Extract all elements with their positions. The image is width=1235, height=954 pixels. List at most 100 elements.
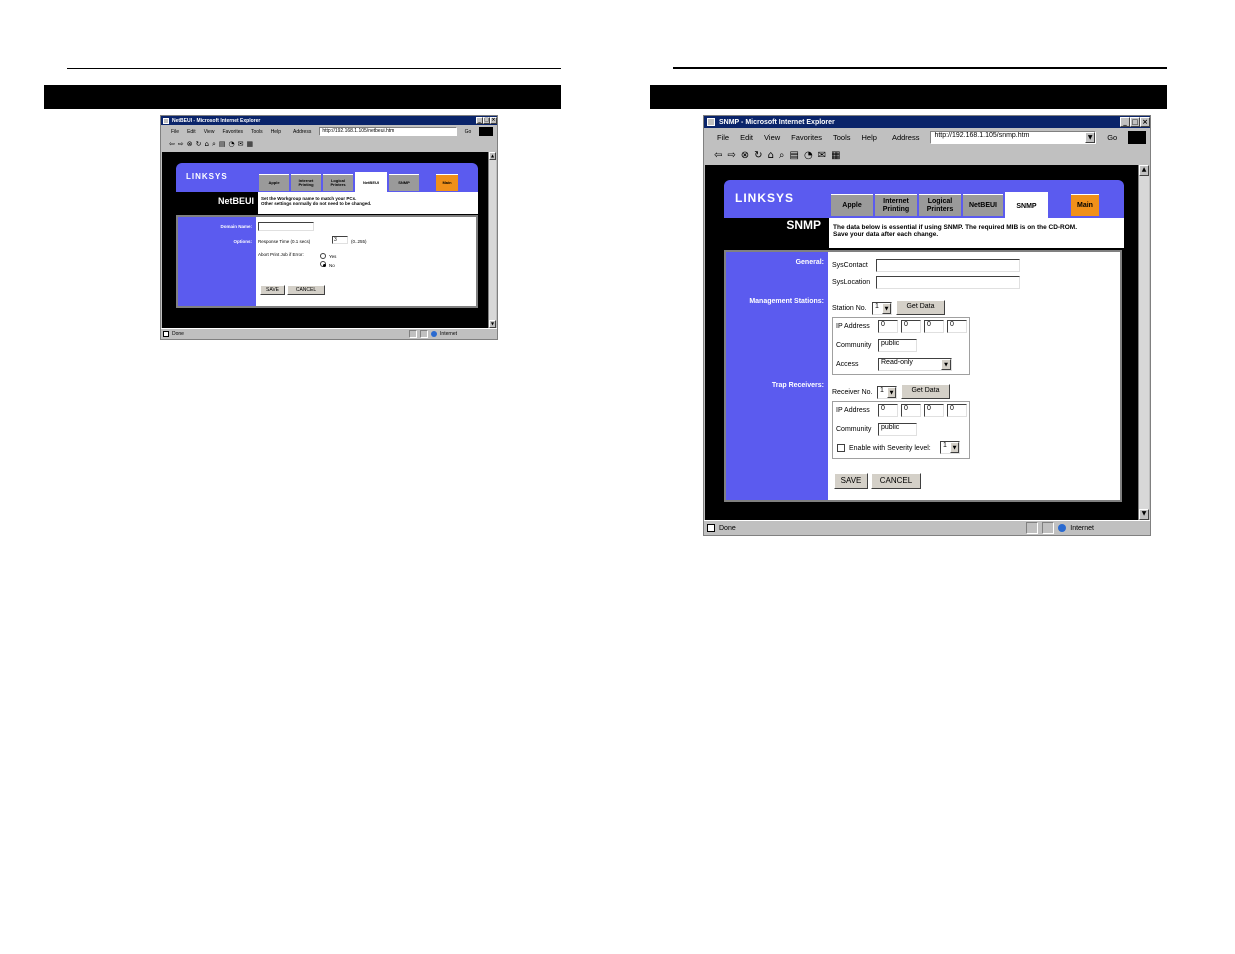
close-icon[interactable]: × [490,117,497,124]
maximize-icon[interactable]: □ [483,117,490,124]
history-icon[interactable]: ◔ [804,150,813,161]
section-title: NetBEUI [217,196,254,206]
go-button[interactable]: Go [465,129,472,135]
station-ip-2[interactable]: 0 [901,320,921,333]
save-button[interactable]: SAVE [834,473,868,489]
right-scrollbar[interactable]: ▲ ▼ [1138,165,1149,520]
receiver-get-data-button[interactable]: Get Data [901,384,950,399]
tab-apple[interactable]: Apple [259,174,289,191]
menu-help[interactable]: Help [271,129,281,135]
menu-help[interactable]: Help [862,133,877,142]
tab-netbeui[interactable]: NetBEUI [355,172,387,193]
receiver-no-select[interactable]: 1 ▼ [877,386,897,399]
mail-icon[interactable]: ✉ [818,150,826,161]
domain-name-input[interactable] [258,222,314,231]
stop-icon[interactable]: ⊗ [741,150,749,161]
tab-snmp[interactable]: SNMP [1005,192,1048,220]
scroll-up-icon[interactable]: ▲ [1139,165,1149,176]
menu-file[interactable]: File [171,129,179,135]
tab-internet-printing[interactable]: Internet Printing [875,194,917,216]
station-ip-1[interactable]: 0 [878,320,898,333]
cancel-button[interactable]: CANCEL [871,473,921,489]
menu-view[interactable]: View [204,129,215,135]
menu-file[interactable]: File [717,133,729,142]
receiver-community-input[interactable]: public [878,423,917,436]
response-time-input[interactable]: 3 [332,236,348,244]
favorites-icon[interactable]: ▤ [219,140,226,148]
severity-select[interactable]: 1 ▼ [940,441,960,454]
minimize-icon[interactable]: _ [476,117,483,124]
station-no-select[interactable]: 1 ▼ [872,302,892,315]
tab-apple[interactable]: Apple [831,194,873,216]
station-ip-label: IP Address [836,323,870,330]
station-ip-3[interactable]: 0 [924,320,944,333]
tab-logical-printers[interactable]: Logical Printers [323,174,353,191]
chevron-down-icon[interactable]: ▼ [950,442,959,453]
close-icon[interactable]: × [1140,117,1150,127]
menu-favorites[interactable]: Favorites [791,133,822,142]
menu-view[interactable]: View [764,133,780,142]
forward-icon[interactable]: ⇨ [178,140,184,148]
tab-netbeui[interactable]: NetBEUI [963,194,1003,216]
address-dropdown-icon[interactable]: ▼ [1085,132,1096,143]
menu-edit[interactable]: Edit [187,129,196,135]
favorites-icon[interactable]: ▤ [790,150,799,161]
severity-checkbox[interactable] [837,444,845,452]
station-get-data-button[interactable]: Get Data [896,300,945,315]
scroll-up-icon[interactable]: ▲ [489,152,496,160]
abort-yes-radio[interactable] [320,253,326,259]
mail-icon[interactable]: ✉ [238,140,244,148]
left-scrollbar[interactable]: ▲ ▼ [488,152,496,328]
print-icon[interactable]: ▦ [246,140,253,148]
history-icon[interactable]: ◔ [229,140,235,148]
receiver-ip-2[interactable]: 0 [901,404,921,417]
forward-icon[interactable]: ⇨ [727,150,735,161]
access-select[interactable]: Read-only ▼ [878,358,952,371]
home-icon[interactable]: ⌂ [205,140,209,148]
tab-snmp[interactable]: SNMP [389,174,419,191]
home-icon[interactable]: ⌂ [768,150,774,161]
tab-internet-printing[interactable]: Internet Printing [291,174,321,191]
syscontact-input[interactable] [876,259,1020,272]
save-button[interactable]: SAVE [260,285,285,295]
tab-logical-printers[interactable]: Logical Printers [919,194,961,216]
receiver-ip-1[interactable]: 0 [878,404,898,417]
address-bar[interactable]: http://192.168.1.105/snmp.htm ▼ [930,131,1097,144]
maximize-icon[interactable]: □ [1130,117,1140,127]
search-icon[interactable]: ⌕ [212,140,216,149]
tab-main[interactable]: Main [436,174,458,191]
menu-tools[interactable]: Tools [251,129,263,135]
menu-favorites[interactable]: Favorites [222,129,243,135]
chevron-down-icon[interactable]: ▼ [941,359,951,370]
cancel-button[interactable]: CANCEL [287,285,325,295]
station-community-input[interactable]: public [878,339,917,352]
address-bar[interactable]: http://192.168.1.105/netbeui.htm [319,127,457,136]
scroll-down-icon[interactable]: ▼ [1139,509,1149,520]
chevron-down-icon[interactable]: ▼ [887,387,896,398]
response-range: (0..255) [351,239,367,244]
right-status-bar: Done Internet [704,520,1150,535]
syslocation-input[interactable] [876,276,1020,289]
receiver-ip-4[interactable]: 0 [947,404,967,417]
left-status-bar: Done Internet [161,328,497,339]
stop-icon[interactable]: ⊗ [187,140,193,148]
receiver-ip-3[interactable]: 0 [924,404,944,417]
print-icon[interactable]: ▦ [831,150,840,161]
chevron-down-icon[interactable]: ▼ [882,303,891,314]
info-line-2: Save your data after each change. [833,231,939,238]
menu-edit[interactable]: Edit [740,133,753,142]
windows-logo-icon [479,127,493,136]
receiver-ip-label: IP Address [836,407,870,414]
search-icon[interactable]: ⌕ [779,150,785,161]
station-ip-4[interactable]: 0 [947,320,967,333]
minimize-icon[interactable]: _ [1120,117,1130,127]
refresh-icon[interactable]: ↻ [196,140,202,148]
menu-tools[interactable]: Tools [833,133,851,142]
back-icon[interactable]: ⇦ [169,140,175,148]
back-icon[interactable]: ⇦ [714,150,722,161]
abort-no-radio[interactable] [320,261,326,267]
go-button[interactable]: Go [1107,133,1117,142]
refresh-icon[interactable]: ↻ [754,150,762,161]
tab-main[interactable]: Main [1071,194,1099,216]
scroll-down-icon[interactable]: ▼ [489,320,496,328]
